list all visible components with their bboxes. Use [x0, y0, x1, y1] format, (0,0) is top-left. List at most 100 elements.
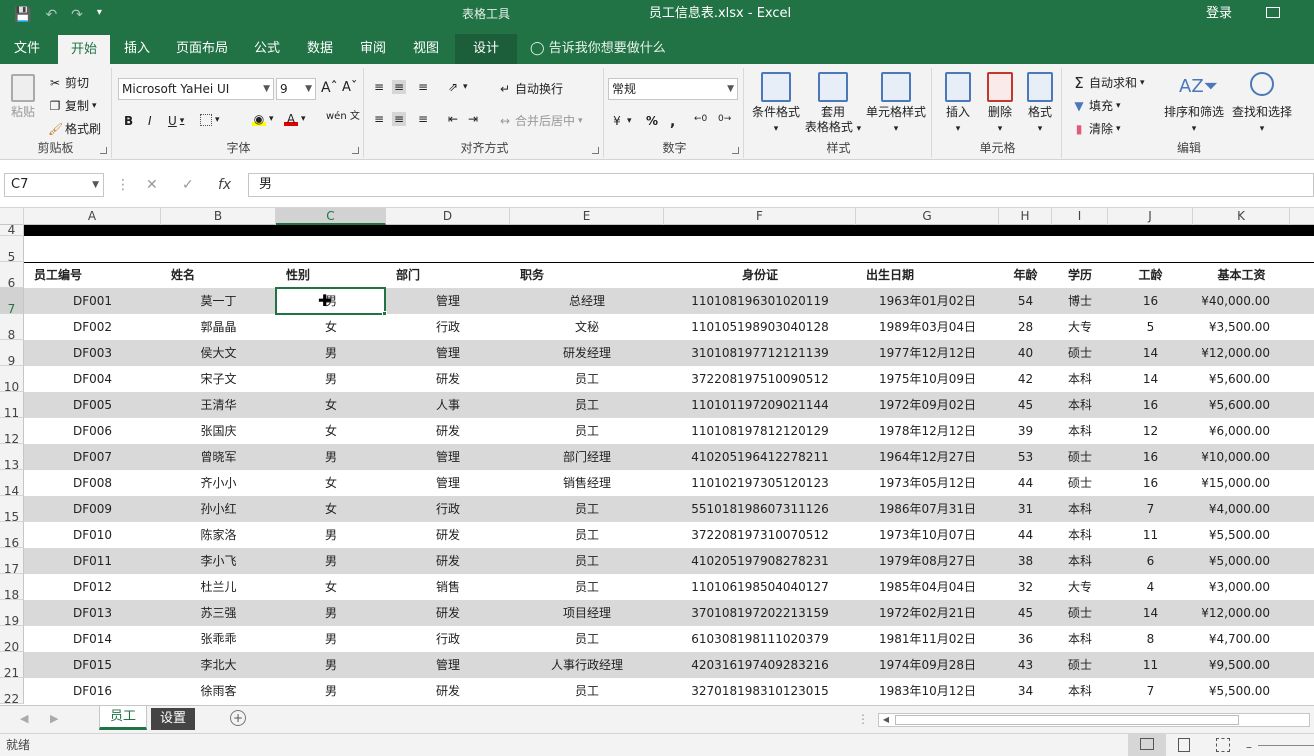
table-cell[interactable]: 员工	[510, 418, 664, 444]
increase-decimal-button[interactable]: ←0	[694, 114, 707, 124]
table-header-cell[interactable]: 工龄	[1108, 262, 1193, 288]
row-header-14[interactable]: 14	[0, 470, 24, 498]
table-cell[interactable]: 总经理	[510, 288, 664, 314]
horizontal-scrollbar[interactable]: ◀	[878, 713, 1310, 727]
table-cell[interactable]: 7	[1108, 678, 1193, 704]
table-cell[interactable]: 43	[999, 652, 1052, 678]
table-cell[interactable]: ¥4,000.00	[1193, 496, 1290, 522]
table-cell[interactable]: 管理	[386, 288, 510, 314]
table-cell[interactable]: 女	[276, 574, 386, 600]
table-cell[interactable]: 1973年10月07日	[856, 522, 999, 548]
column-header-a[interactable]: A	[24, 208, 161, 225]
scroll-left-icon[interactable]: ◀	[20, 712, 28, 725]
sheet-tab-settings[interactable]: 设置	[151, 708, 195, 730]
row-header-8[interactable]: 8	[0, 314, 24, 342]
clear-button[interactable]: ▮ 清除 ▾	[1072, 120, 1121, 137]
row-header-20[interactable]: 20	[0, 626, 24, 654]
table-cell[interactable]: DF015	[24, 652, 161, 678]
table-cell[interactable]: 李北大	[161, 652, 276, 678]
table-cell[interactable]: 员工	[510, 574, 664, 600]
phonetic-button[interactable]: wén 文	[326, 112, 360, 122]
table-cell[interactable]: 大专	[1052, 574, 1108, 600]
table-cell[interactable]: ¥4,700.00	[1193, 626, 1290, 652]
table-cell[interactable]: 齐小小	[161, 470, 276, 496]
table-cell[interactable]: DF002	[24, 314, 161, 340]
table-cell[interactable]: 员工	[510, 548, 664, 574]
table-cell[interactable]: 1983年10月12日	[856, 678, 999, 704]
table-cell[interactable]: DF008	[24, 470, 161, 496]
table-cell[interactable]: 16	[1108, 470, 1193, 496]
table-cell[interactable]: DF006	[24, 418, 161, 444]
table-cell[interactable]: 1989年03月04日	[856, 314, 999, 340]
currency-button[interactable]: ¥ ▾	[610, 114, 631, 128]
table-cell[interactable]: 男	[276, 600, 386, 626]
table-cell[interactable]: ¥12,000.00	[1193, 600, 1290, 626]
format-as-table-button[interactable]: 套用 表格格式 ▾	[802, 72, 864, 137]
table-cell[interactable]: 4	[1108, 574, 1193, 600]
table-cell[interactable]: 本科	[1052, 522, 1108, 548]
decrease-indent-button[interactable]: ⇤	[446, 112, 460, 126]
table-cell[interactable]: 管理	[386, 340, 510, 366]
table-cell[interactable]: 54	[999, 288, 1052, 314]
row-header-21[interactable]: 21	[0, 652, 24, 680]
save-icon[interactable]: 💾	[14, 7, 31, 23]
table-cell[interactable]: 销售经理	[510, 470, 664, 496]
table-cell[interactable]: DF010	[24, 522, 161, 548]
table-header-cell[interactable]: 员工编号	[24, 262, 161, 288]
font-dialog-launcher[interactable]	[352, 147, 359, 154]
table-cell[interactable]: 郭晶晶	[161, 314, 276, 340]
orientation-button[interactable]: ⇗ ▾	[446, 80, 468, 94]
row-header-22[interactable]: 22	[0, 678, 24, 705]
table-cell[interactable]: 38	[999, 548, 1052, 574]
table-cell[interactable]: 员工	[510, 366, 664, 392]
restore-window-icon[interactable]	[1266, 7, 1280, 18]
table-cell[interactable]: 员工	[510, 678, 664, 704]
bold-button[interactable]: B	[124, 114, 133, 128]
table-cell[interactable]: 本科	[1052, 496, 1108, 522]
table-cell[interactable]: ¥5,000.00	[1193, 548, 1290, 574]
table-cell[interactable]: 420316197409283216	[664, 652, 856, 678]
table-cell[interactable]: 女	[276, 392, 386, 418]
table-cell[interactable]: 1981年11月02日	[856, 626, 999, 652]
table-cell[interactable]: ¥3,500.00	[1193, 314, 1290, 340]
table-header-cell[interactable]: 部门	[386, 262, 510, 288]
table-cell[interactable]: ¥10,000.00	[1193, 444, 1290, 470]
scroll-right-icon[interactable]: ▶	[50, 712, 58, 725]
underline-button[interactable]: U ▾	[168, 114, 184, 128]
increase-indent-button[interactable]: ⇥	[466, 112, 480, 126]
column-header-g[interactable]: G	[856, 208, 999, 225]
table-cell[interactable]: 人事行政经理	[510, 652, 664, 678]
table-cell[interactable]: 372208197510090512	[664, 366, 856, 392]
border-button[interactable]: ▾	[200, 114, 220, 126]
table-cell[interactable]: ¥5,600.00	[1193, 392, 1290, 418]
table-cell[interactable]: 5	[1108, 314, 1193, 340]
table-cell[interactable]: DF013	[24, 600, 161, 626]
sort-filter-button[interactable]: AZ⏷ 排序和筛选 ▾	[1162, 72, 1226, 137]
table-cell[interactable]: 310108197712121139	[664, 340, 856, 366]
table-cell[interactable]: 硕士	[1052, 470, 1108, 496]
table-cell[interactable]: 32	[999, 574, 1052, 600]
table-cell[interactable]: ¥9,500.00	[1193, 652, 1290, 678]
sheet-tab-employees[interactable]: 员工	[99, 706, 147, 730]
table-cell[interactable]: 36	[999, 626, 1052, 652]
row-header-11[interactable]: 11	[0, 392, 24, 420]
copy-button[interactable]: ❐ 复制 ▾	[48, 97, 97, 114]
table-cell[interactable]: 女	[276, 418, 386, 444]
row-header-12[interactable]: 12	[0, 418, 24, 446]
table-cell[interactable]: 女	[276, 496, 386, 522]
table-cell[interactable]: 34	[999, 678, 1052, 704]
row-header-6[interactable]: 6	[0, 262, 24, 290]
align-right-button[interactable]: ≡	[416, 112, 430, 126]
table-cell[interactable]: 551018198607311126	[664, 496, 856, 522]
table-cell[interactable]: 男	[276, 626, 386, 652]
table-cell[interactable]: 1972年09月02日	[856, 392, 999, 418]
table-cell[interactable]: 行政	[386, 496, 510, 522]
clipboard-dialog-launcher[interactable]	[100, 147, 107, 154]
table-cell[interactable]: 14	[1108, 340, 1193, 366]
hscroll-left-icon[interactable]: ◀	[879, 714, 893, 726]
table-cell[interactable]: DF003	[24, 340, 161, 366]
table-cell[interactable]: 372208197310070512	[664, 522, 856, 548]
row-header-7[interactable]: 7	[0, 288, 24, 316]
column-header-h[interactable]: H	[999, 208, 1052, 225]
font-size-select[interactable]: 9 ▼	[276, 78, 316, 100]
